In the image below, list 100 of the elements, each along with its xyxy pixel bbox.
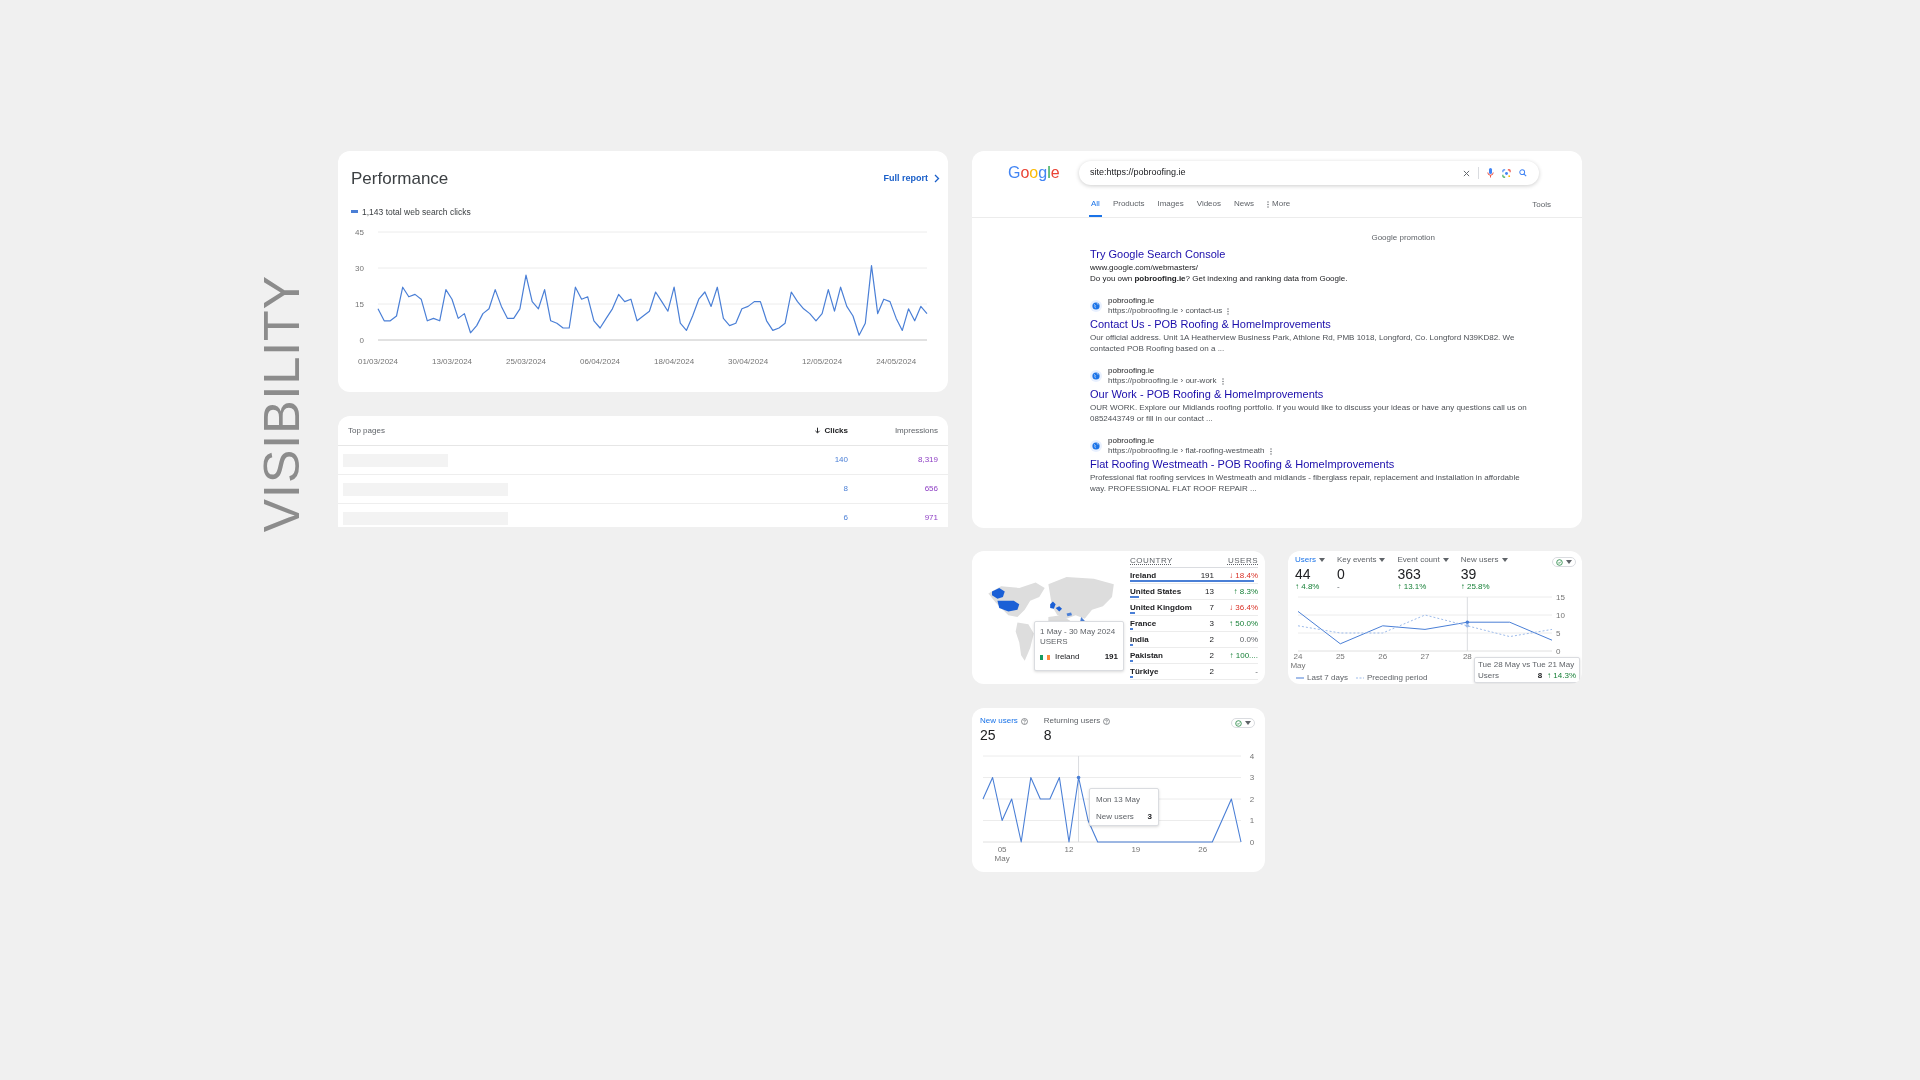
user-count: 3	[1208, 617, 1214, 630]
tools-button[interactable]: Tools	[1532, 193, 1551, 217]
table-cell-text: 656	[923, 483, 938, 495]
result-url: https://pobroofing.ie › flat-roofing-westmeath	[1108, 446, 1265, 456]
metric-value: 363	[1397, 566, 1422, 582]
axis-label: 18/04/2024	[654, 357, 695, 367]
tooltip-value: 191	[1104, 651, 1118, 663]
metric-value: 8	[1043, 727, 1053, 743]
legend-line-icon	[1296, 677, 1304, 679]
table-cell-text: 8	[842, 483, 848, 495]
country-name[interactable]: Türkiye	[1130, 665, 1194, 678]
axis-label: 15	[1556, 592, 1565, 602]
more-icon	[1267, 200, 1270, 208]
metric-tab[interactable]: Event count 363 ↑ 13.1%	[1397, 554, 1449, 592]
change-value: ↓ 36.4%	[1228, 601, 1258, 614]
axis-label: 30	[355, 264, 364, 274]
metric-tab[interactable]: Key events 0 -	[1336, 554, 1386, 592]
more-options-icon[interactable]	[1269, 447, 1272, 455]
column-header[interactable]: Top pages	[348, 424, 758, 437]
result-url: https://pobroofing.ie › contact-us	[1108, 306, 1223, 316]
column-header[interactable]: USERS	[1227, 555, 1258, 567]
axis-label: 0	[359, 336, 364, 346]
country-name[interactable]: India	[1130, 633, 1194, 646]
table-cell-text: 971	[923, 512, 938, 524]
axis-label: 24/05/2024	[876, 357, 917, 367]
change-value: 0.0%	[1238, 633, 1258, 646]
legend-label: 1,143 total web search clicks	[362, 205, 471, 219]
result-snippet: Our official address. Unit 1A Heatherview Business Park, Athlone Rd, PMB 1018, Longford, Co. Longford N39KD82. We contacted POB Roofing based on a ...	[1090, 332, 1516, 354]
column-header[interactable]: Impressions	[848, 424, 938, 437]
result-title[interactable]: Contact Us - POB Roofing & HomeImprovements	[1090, 317, 1582, 332]
legend-swatch	[351, 210, 358, 214]
search-tab[interactable]: Videos	[1194, 193, 1224, 217]
card-title: Performance	[351, 168, 449, 190]
caret-icon	[1566, 560, 1572, 564]
metric-value: 44	[1295, 566, 1312, 582]
more-options-icon[interactable]	[1221, 377, 1224, 385]
result-title[interactable]: Try Google Search Console	[1090, 247, 1582, 262]
metric-value: 0	[1336, 566, 1346, 582]
result-title[interactable]: Our Work - POB Roofing & HomeImprovements	[1090, 387, 1582, 402]
axis-label: 25/03/2024	[506, 357, 547, 367]
user-count: 2	[1208, 649, 1214, 662]
country-name[interactable]: United Kingdom	[1130, 601, 1194, 614]
country-name[interactable]: Pakistan	[1130, 649, 1194, 662]
country-name[interactable]: France	[1130, 617, 1194, 630]
axis-label: 06/04/2024	[580, 357, 621, 367]
tooltip-label: New users	[1096, 811, 1135, 823]
metric-label: Key events	[1336, 554, 1377, 566]
tooltip-date: Mon 13 May	[1096, 795, 1142, 805]
metric-tab[interactable]: New users 39 ↑ 25.8%	[1460, 554, 1508, 592]
search-tab[interactable]: More	[1265, 193, 1293, 217]
help-icon[interactable]	[1103, 717, 1111, 725]
axis-label: 26	[1198, 845, 1208, 854]
check-circle-icon	[1556, 558, 1563, 566]
caret-icon	[1501, 558, 1508, 562]
search-tab[interactable]: Images	[1155, 193, 1186, 217]
table-cell-text: 140	[833, 454, 848, 466]
microphone-icon[interactable]	[1487, 168, 1494, 178]
close-icon[interactable]	[1463, 169, 1470, 177]
metric-value: 25	[980, 727, 997, 743]
page-heading: VISIBILITY	[261, 275, 304, 533]
user-count: 2	[1208, 665, 1214, 678]
column-header[interactable]: Clicks	[758, 424, 848, 437]
metric-tab[interactable]: New users 25	[980, 715, 1028, 743]
tooltip-date: Tue 28 May vs Tue 21 May	[1478, 660, 1576, 670]
data-point	[1076, 775, 1081, 780]
help-icon[interactable]	[1020, 717, 1028, 725]
axis-label: 15	[355, 300, 364, 310]
column-header[interactable]: COUNTRY	[1130, 555, 1173, 567]
search-field[interactable]: site:https://pobroofing.ie	[1079, 161, 1539, 185]
site-name: pobroofing.ie	[1108, 436, 1156, 446]
search-icon[interactable]	[1519, 169, 1527, 177]
tooltip-label: Users	[1478, 671, 1500, 681]
metric-tab[interactable]: Returning users 8	[1043, 715, 1111, 743]
axis-label: 30/04/2024	[728, 357, 769, 367]
caret-icon	[1442, 558, 1449, 562]
search-tab[interactable]: All	[1089, 193, 1102, 217]
axis-label: 26	[1378, 652, 1388, 661]
metric-label: New users	[1460, 554, 1499, 566]
tooltip-value: 8	[1537, 671, 1543, 681]
search-tab[interactable]: News	[1232, 193, 1257, 217]
axis-label: 12/05/2024	[802, 357, 843, 367]
full-report-link[interactable]: Full report	[883, 172, 940, 186]
google-logo: Google	[1007, 163, 1061, 183]
metric-change: -	[1336, 582, 1341, 592]
search-tab[interactable]: Products	[1110, 193, 1147, 217]
result-title[interactable]: Flat Roofing Westmeath - POB Roofing & HomeImprovements	[1090, 457, 1582, 472]
axis-label: 19	[1131, 845, 1141, 854]
axis-label: 0	[1556, 646, 1561, 656]
metric-tab[interactable]: Users 44 ↑ 4.8%	[1295, 554, 1325, 592]
tooltip-change: ↑ 14.3%	[1547, 671, 1576, 681]
tooltip-value: 3	[1147, 811, 1152, 823]
metric-change: ↑ 13.1%	[1397, 582, 1428, 592]
user-count: 7	[1208, 601, 1214, 614]
metric-value: 39	[1460, 566, 1478, 582]
chevron-right-icon	[934, 174, 940, 184]
country-name[interactable]: Ireland	[1130, 569, 1194, 582]
country-name[interactable]: United States	[1130, 585, 1194, 598]
axis-label: 12	[1064, 845, 1074, 854]
more-options-icon[interactable]	[1227, 307, 1230, 315]
camera-lens-icon[interactable]	[1502, 168, 1511, 178]
